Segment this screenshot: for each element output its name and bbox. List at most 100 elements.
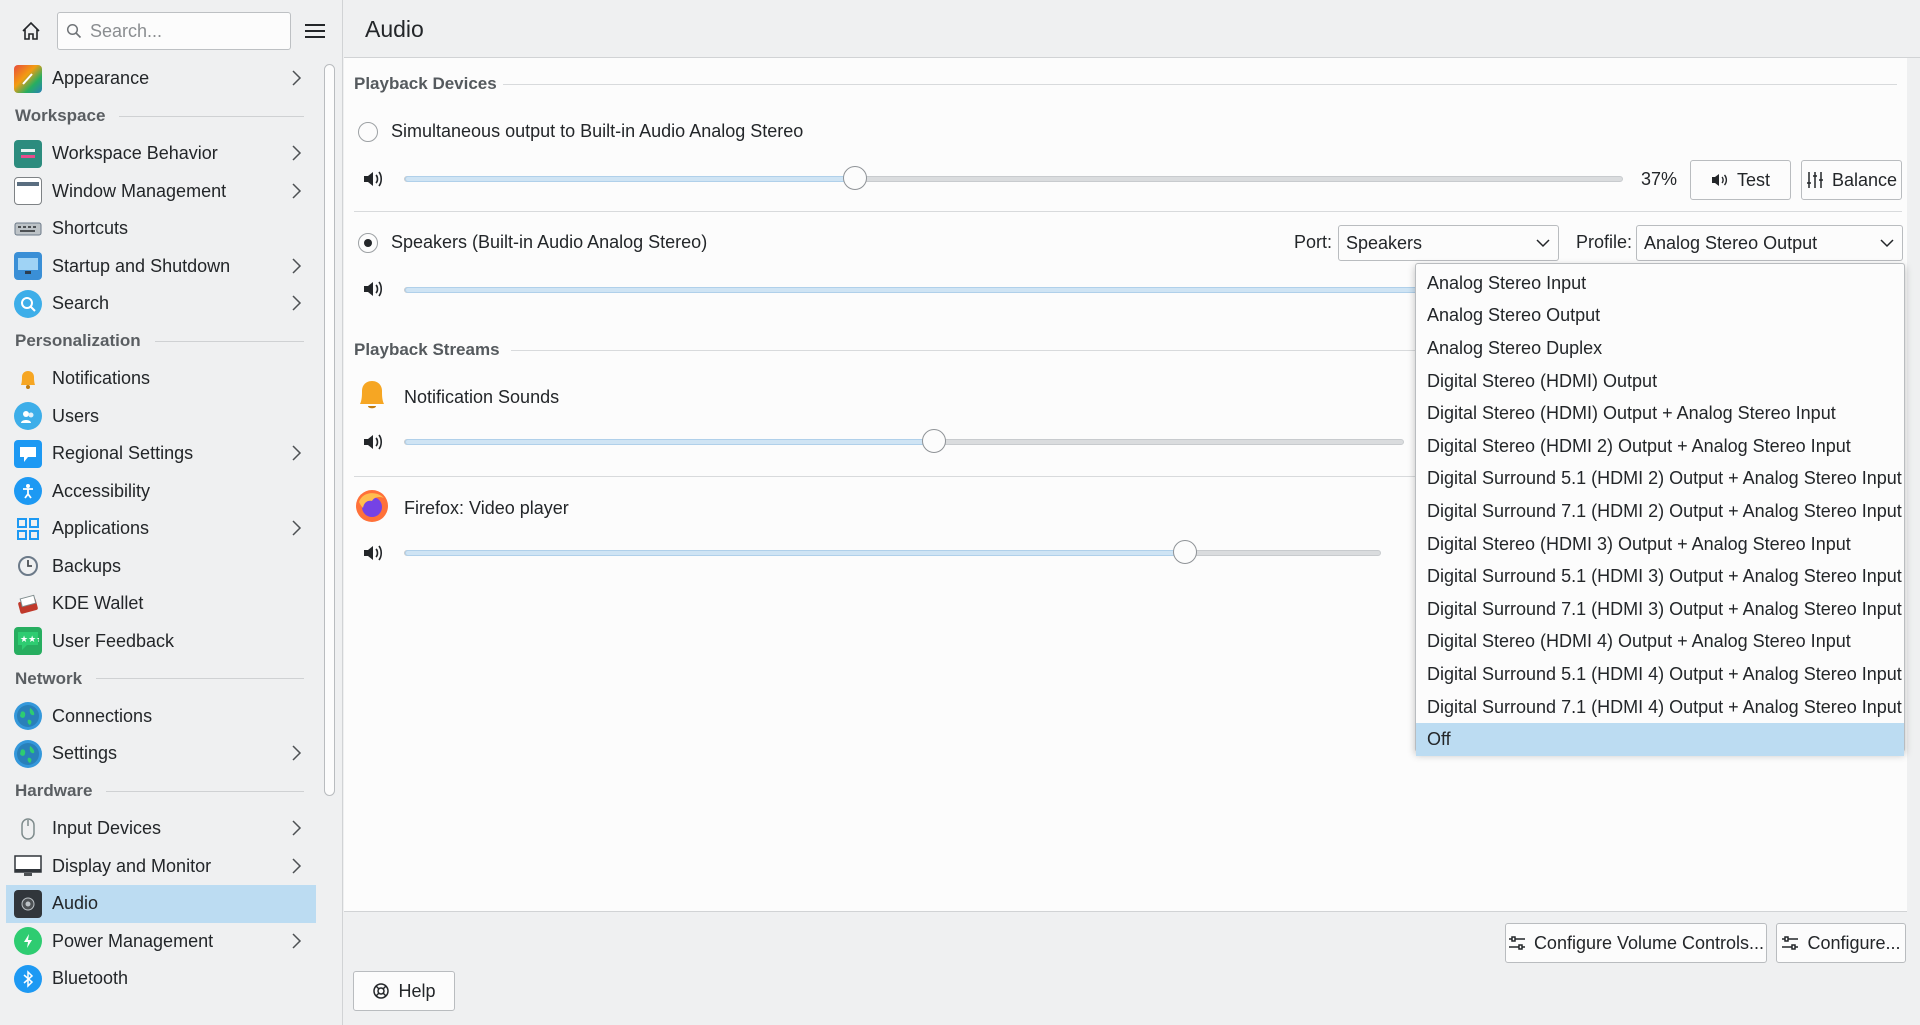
sidebar-item-connections[interactable]: Connections bbox=[6, 698, 316, 736]
sidebar-category-hardware: Hardware bbox=[6, 773, 316, 811]
help-button[interactable]: Help bbox=[353, 971, 455, 1011]
sidebar-item-display-monitor[interactable]: Display and Monitor bbox=[6, 848, 316, 886]
profile-dropdown-menu: Analog Stereo Input Analog Stereo Output A… bbox=[1415, 263, 1905, 756]
sidebar-item-applications[interactable]: Applications bbox=[6, 510, 316, 548]
test-button[interactable]: Test bbox=[1690, 160, 1791, 200]
sidebar-item-regional-settings[interactable]: Regional Settings bbox=[6, 435, 316, 473]
profile-option[interactable]: Digital Surround 7.1 (HDMI 2) Output + A… bbox=[1416, 495, 1904, 528]
configure-button-label: Configure... bbox=[1807, 932, 1901, 953]
profile-option[interactable]: Digital Surround 5.1 (HDMI 3) Output + A… bbox=[1416, 560, 1904, 593]
sidebar-item-appearance[interactable]: Appearance bbox=[6, 60, 316, 98]
workspace-behavior-icon bbox=[14, 139, 42, 168]
sidebar-item-label: Input Devices bbox=[52, 818, 162, 839]
help-lifebuoy-icon bbox=[373, 983, 390, 999]
keyboard-icon bbox=[14, 215, 42, 243]
profile-option[interactable]: Off bbox=[1416, 723, 1904, 756]
sidebar-item-label: Accessibility bbox=[52, 480, 151, 501]
slider-handle[interactable] bbox=[921, 429, 946, 453]
user-feedback-icon: ★★★ bbox=[14, 627, 42, 656]
profile-option[interactable]: Digital Surround 7.1 (HDMI 3) Output + A… bbox=[1416, 593, 1904, 626]
sidebar-item-label: Notifications bbox=[52, 368, 151, 389]
profile-option[interactable]: Digital Surround 5.1 (HDMI 2) Output + A… bbox=[1416, 463, 1904, 496]
balance-button[interactable]: Balance bbox=[1801, 160, 1902, 200]
search-placeholder: Search... bbox=[90, 20, 163, 41]
sidebar-item-label: Power Management bbox=[52, 930, 214, 951]
profile-option[interactable]: Analog Stereo Input bbox=[1416, 267, 1904, 300]
volume-icon[interactable] bbox=[362, 543, 384, 563]
balance-button-label: Balance bbox=[1831, 169, 1898, 190]
category-label: Network bbox=[15, 668, 83, 688]
chevron-right-icon bbox=[292, 820, 302, 836]
sidebar-item-label: Shortcuts bbox=[52, 218, 129, 239]
sidebar-item-label: Users bbox=[52, 405, 100, 426]
sidebar-scrollbar[interactable] bbox=[324, 64, 335, 796]
profile-option[interactable]: Analog Stereo Output bbox=[1416, 300, 1904, 333]
chevron-right-icon bbox=[292, 857, 302, 874]
category-divider bbox=[96, 678, 304, 680]
profile-option[interactable]: Digital Stereo (HDMI) Output + Analog St… bbox=[1416, 397, 1904, 430]
chevron-right-icon bbox=[292, 295, 302, 311]
sidebar-item-notifications[interactable]: Notifications bbox=[6, 360, 316, 398]
profile-option[interactable]: Digital Stereo (HDMI 2) Output + Analog … bbox=[1416, 430, 1904, 463]
profile-option[interactable]: Digital Surround 7.1 (HDMI 4) Output + A… bbox=[1416, 691, 1904, 724]
port-select[interactable]: Speakers bbox=[1338, 225, 1559, 261]
slider-fill bbox=[405, 176, 856, 182]
sidebar-item-audio[interactable]: Audio bbox=[6, 885, 316, 923]
sidebar-category-network: Network bbox=[6, 660, 316, 698]
sidebar-toolbar: Search... bbox=[0, 0, 342, 60]
balance-sliders-icon bbox=[1806, 172, 1823, 188]
volume-icon[interactable] bbox=[362, 279, 384, 299]
sidebar-item-users[interactable]: Users bbox=[6, 398, 316, 436]
profile-option[interactable]: Digital Stereo (HDMI 3) Output + Analog … bbox=[1416, 528, 1904, 561]
sidebar-item-label: Regional Settings bbox=[52, 443, 194, 464]
volume-icon[interactable] bbox=[362, 432, 384, 452]
slider-handle[interactable] bbox=[1173, 540, 1197, 564]
sidebar-item-window-management[interactable]: Window Management bbox=[6, 173, 316, 211]
configure-button[interactable]: Configure... bbox=[1776, 923, 1906, 963]
sidebar-item-user-feedback[interactable]: ★★★ User Feedback bbox=[6, 623, 316, 661]
sidebar-category-workspace: Workspace bbox=[6, 98, 316, 136]
category-label: Workspace bbox=[15, 106, 106, 126]
sidebar-item-startup-shutdown[interactable]: Startup and Shutdown bbox=[6, 248, 316, 286]
applications-icon bbox=[14, 515, 42, 543]
sidebar-item-network-settings[interactable]: Settings bbox=[6, 735, 316, 773]
search-input[interactable]: Search... bbox=[57, 12, 291, 50]
page-footer: Configure Volume Controls... Configure..… bbox=[344, 912, 1920, 1025]
profile-select[interactable]: Analog Stereo Output bbox=[1636, 225, 1903, 261]
stream-volume-slider[interactable] bbox=[404, 540, 1381, 564]
sidebar-item-shortcuts[interactable]: Shortcuts bbox=[6, 210, 316, 248]
sidebar-item-search[interactable]: Search bbox=[6, 285, 316, 323]
sidebar-item-bluetooth[interactable]: Bluetooth bbox=[6, 960, 316, 998]
port-label: Port: bbox=[1294, 232, 1333, 252]
stream-volume-slider[interactable] bbox=[404, 429, 1404, 453]
playback-streams-heading: Playback Streams bbox=[354, 340, 500, 359]
svg-text:★★★: ★★★ bbox=[20, 635, 39, 645]
hamburger-menu-button[interactable] bbox=[302, 18, 328, 44]
configure-volume-controls-button[interactable]: Configure Volume Controls... bbox=[1505, 923, 1767, 963]
category-label: Personalization bbox=[15, 331, 141, 351]
search-icon bbox=[66, 23, 82, 39]
sidebar-item-workspace-behavior[interactable]: Workspace Behavior bbox=[6, 135, 316, 173]
sidebar-item-backups[interactable]: Backups bbox=[6, 548, 316, 586]
profile-option[interactable]: Digital Surround 5.1 (HDMI 4) Output + A… bbox=[1416, 658, 1904, 691]
page-title: Audio bbox=[365, 16, 424, 42]
sidebar-item-input-devices[interactable]: Input Devices bbox=[6, 810, 316, 848]
profile-option[interactable]: Digital Stereo (HDMI) Output bbox=[1416, 365, 1904, 398]
sidebar-item-kde-wallet[interactable]: KDE Wallet bbox=[6, 585, 316, 623]
globe-icon bbox=[14, 739, 42, 768]
sidebar-item-label: Connections bbox=[52, 705, 153, 726]
slider-handle[interactable] bbox=[843, 166, 868, 190]
home-button[interactable] bbox=[16, 16, 46, 46]
category-label: Hardware bbox=[15, 781, 93, 801]
sidebar-item-accessibility[interactable]: Accessibility bbox=[6, 473, 316, 511]
sidebar-category-list: Appearance Workspace Workspace Behavior … bbox=[6, 60, 316, 998]
sidebar-item-power-management[interactable]: Power Management bbox=[6, 923, 316, 961]
device-volume-slider[interactable] bbox=[404, 166, 1623, 190]
profile-option[interactable]: Digital Stereo (HDMI 4) Output + Analog … bbox=[1416, 626, 1904, 659]
device-radio-simultaneous[interactable] bbox=[358, 122, 378, 142]
device-radio-speakers[interactable] bbox=[358, 233, 378, 253]
monitor-icon bbox=[14, 852, 42, 880]
configure-sliders-icon bbox=[1508, 936, 1525, 950]
volume-icon[interactable] bbox=[362, 169, 384, 189]
profile-option[interactable]: Analog Stereo Duplex bbox=[1416, 332, 1904, 365]
